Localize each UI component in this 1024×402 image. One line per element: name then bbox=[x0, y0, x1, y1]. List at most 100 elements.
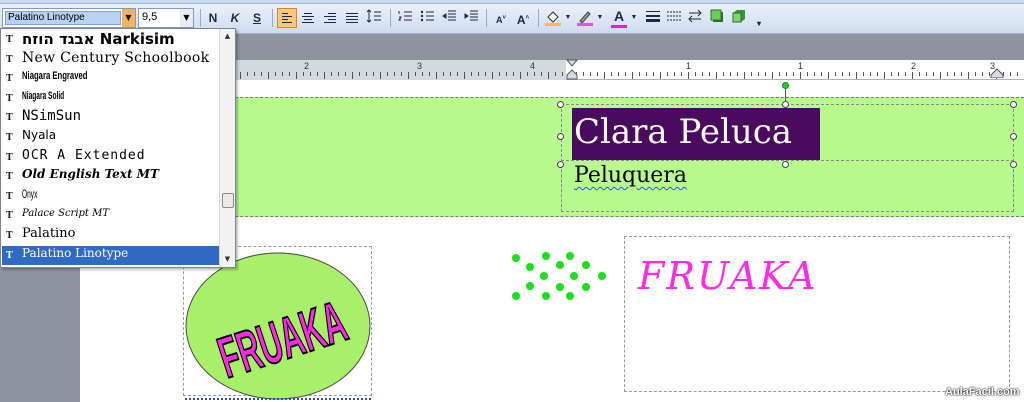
line-style-icon[interactable] bbox=[643, 8, 663, 28]
indent-marker-icon[interactable] bbox=[566, 58, 578, 80]
truetype-icon: T bbox=[6, 230, 13, 241]
resize-handle[interactable] bbox=[1010, 133, 1017, 140]
chevron-down-icon[interactable]: ▼ bbox=[563, 8, 573, 28]
font-dropdown-list[interactable]: T אבגד הוזח Narkisim T New Century Schoolbo… bbox=[0, 28, 236, 268]
ruler-tick bbox=[394, 72, 395, 76]
resize-handle[interactable] bbox=[557, 133, 564, 140]
ruler-tick bbox=[247, 72, 248, 76]
ruler-tick bbox=[450, 72, 451, 76]
rotate-handle[interactable] bbox=[782, 82, 789, 89]
font-list-item[interactable]: T NSimSun bbox=[2, 108, 220, 128]
ruler-tick bbox=[625, 72, 626, 76]
font-list-item-label: Niagara Engraved bbox=[22, 70, 88, 83]
ruler-tick bbox=[541, 72, 542, 76]
resize-handle[interactable] bbox=[557, 101, 564, 108]
ruler-tick bbox=[513, 72, 514, 76]
align-left-button[interactable] bbox=[277, 8, 297, 28]
font-list-item[interactable]: T OCR A Extended bbox=[2, 148, 220, 168]
increase-indent-icon[interactable] bbox=[461, 8, 481, 28]
ruler-tick bbox=[814, 72, 815, 76]
font-list-item[interactable]: T אבגד הוזח Narkisim bbox=[2, 30, 220, 50]
truetype-icon: T bbox=[6, 132, 13, 143]
truetype-icon: T bbox=[6, 74, 13, 85]
ruler-tick bbox=[464, 72, 465, 79]
dash-style-icon[interactable] bbox=[664, 8, 684, 28]
ruler-tick bbox=[779, 72, 780, 76]
scroll-up-icon[interactable]: ▲ bbox=[220, 29, 235, 44]
font-list-item-label: NSimSun bbox=[22, 108, 82, 125]
arrow-style-icon[interactable] bbox=[685, 8, 705, 28]
font-list-item[interactable]: T Nyala bbox=[2, 128, 220, 148]
ruler-tick bbox=[1017, 72, 1018, 76]
ruler-tick bbox=[429, 72, 430, 76]
name-text[interactable]: Clara Peluca bbox=[574, 112, 792, 152]
resize-handle[interactable] bbox=[1010, 161, 1017, 168]
numbered-list-icon[interactable] bbox=[395, 8, 415, 28]
scroll-thumb[interactable] bbox=[222, 193, 234, 208]
fill-color-icon[interactable] bbox=[543, 8, 563, 28]
decrease-indent-icon[interactable] bbox=[439, 8, 459, 28]
font-name-value[interactable]: Palatino Linotype bbox=[5, 11, 121, 25]
chevron-down-icon[interactable]: ▼ bbox=[629, 8, 639, 28]
ruler-tick bbox=[849, 72, 850, 76]
resize-handle[interactable] bbox=[557, 161, 564, 168]
ruler-tick bbox=[303, 72, 304, 76]
font-list-item[interactable]: T Palatino Linotype bbox=[2, 245, 220, 266]
toolbar-separator bbox=[486, 9, 487, 27]
ruler-tick bbox=[527, 72, 528, 76]
ruler-margin-area bbox=[236, 60, 566, 80]
ruler-tick bbox=[275, 72, 276, 76]
ruler-tick bbox=[926, 72, 927, 76]
font-list-item[interactable]: T Onyx bbox=[2, 187, 220, 207]
resize-handle[interactable] bbox=[782, 161, 789, 168]
bullet-list-icon[interactable] bbox=[417, 8, 437, 28]
font-color-button[interactable]: A bbox=[609, 8, 629, 28]
logo-text[interactable]: FRUAKA bbox=[638, 254, 818, 298]
right-indent-marker-icon[interactable] bbox=[990, 68, 1004, 78]
font-size-select[interactable]: 9,5 ▼ bbox=[138, 8, 194, 28]
bold-button[interactable]: N bbox=[203, 8, 223, 28]
font-list-item[interactable]: T Palatino bbox=[2, 226, 220, 246]
ruler-tick bbox=[268, 72, 269, 79]
font-list-item[interactable]: T Palace Script MT bbox=[2, 206, 220, 226]
chevron-down-icon[interactable]: ▼ bbox=[595, 8, 605, 28]
double-arrow-shape-icon[interactable] bbox=[508, 250, 614, 306]
resize-handle[interactable] bbox=[1010, 101, 1017, 108]
justify-button[interactable] bbox=[342, 8, 362, 28]
align-center-button[interactable] bbox=[298, 8, 318, 28]
line-color-icon[interactable] bbox=[575, 8, 595, 28]
scrollbar[interactable]: ▲ ▼ bbox=[219, 29, 235, 267]
font-name-select[interactable]: Palatino Linotype ▼ bbox=[2, 8, 136, 28]
font-size-value[interactable]: 9,5 bbox=[142, 11, 157, 23]
scroll-down-icon[interactable]: ▼ bbox=[220, 252, 235, 267]
grow-font-button[interactable]: A˄ bbox=[513, 8, 533, 28]
shadow-style-icon[interactable] bbox=[707, 8, 727, 28]
ruler-tick bbox=[723, 72, 724, 76]
ruler-tick bbox=[345, 72, 346, 76]
ruler-tick bbox=[478, 72, 479, 76]
ruler-tick bbox=[632, 72, 633, 79]
font-list-item[interactable]: T Niagara Solid bbox=[2, 89, 220, 109]
ruler-tick bbox=[471, 72, 472, 76]
underline-button[interactable]: S bbox=[247, 8, 267, 28]
ruler-tick bbox=[331, 72, 332, 76]
ruler-tick bbox=[884, 72, 885, 79]
resize-handle[interactable] bbox=[782, 101, 789, 108]
chevron-down-icon[interactable]: ▼ bbox=[180, 9, 193, 27]
font-list-item[interactable]: T New Century Schoolbook bbox=[2, 50, 220, 70]
line-spacing-icon[interactable] bbox=[364, 8, 384, 28]
oval-shape[interactable]: FRUAKA bbox=[184, 252, 372, 400]
toolbar-options-icon[interactable]: ▾ bbox=[754, 14, 764, 34]
shrink-font-button[interactable]: A˅ bbox=[491, 8, 511, 28]
role-text[interactable]: Peluquera bbox=[574, 163, 687, 188]
font-list-item[interactable]: T Old English Text MT bbox=[2, 167, 220, 187]
chevron-down-icon[interactable]: ▼ bbox=[122, 9, 135, 27]
align-right-button[interactable] bbox=[320, 8, 340, 28]
truetype-icon: T bbox=[6, 35, 13, 45]
ruler-tick bbox=[366, 72, 367, 76]
font-list-item[interactable]: T Niagara Engraved bbox=[2, 69, 220, 89]
ruler-tick bbox=[933, 72, 934, 76]
italic-button[interactable]: K bbox=[225, 8, 245, 28]
font-color-swatch bbox=[611, 25, 627, 28]
3d-style-icon[interactable] bbox=[729, 8, 749, 28]
